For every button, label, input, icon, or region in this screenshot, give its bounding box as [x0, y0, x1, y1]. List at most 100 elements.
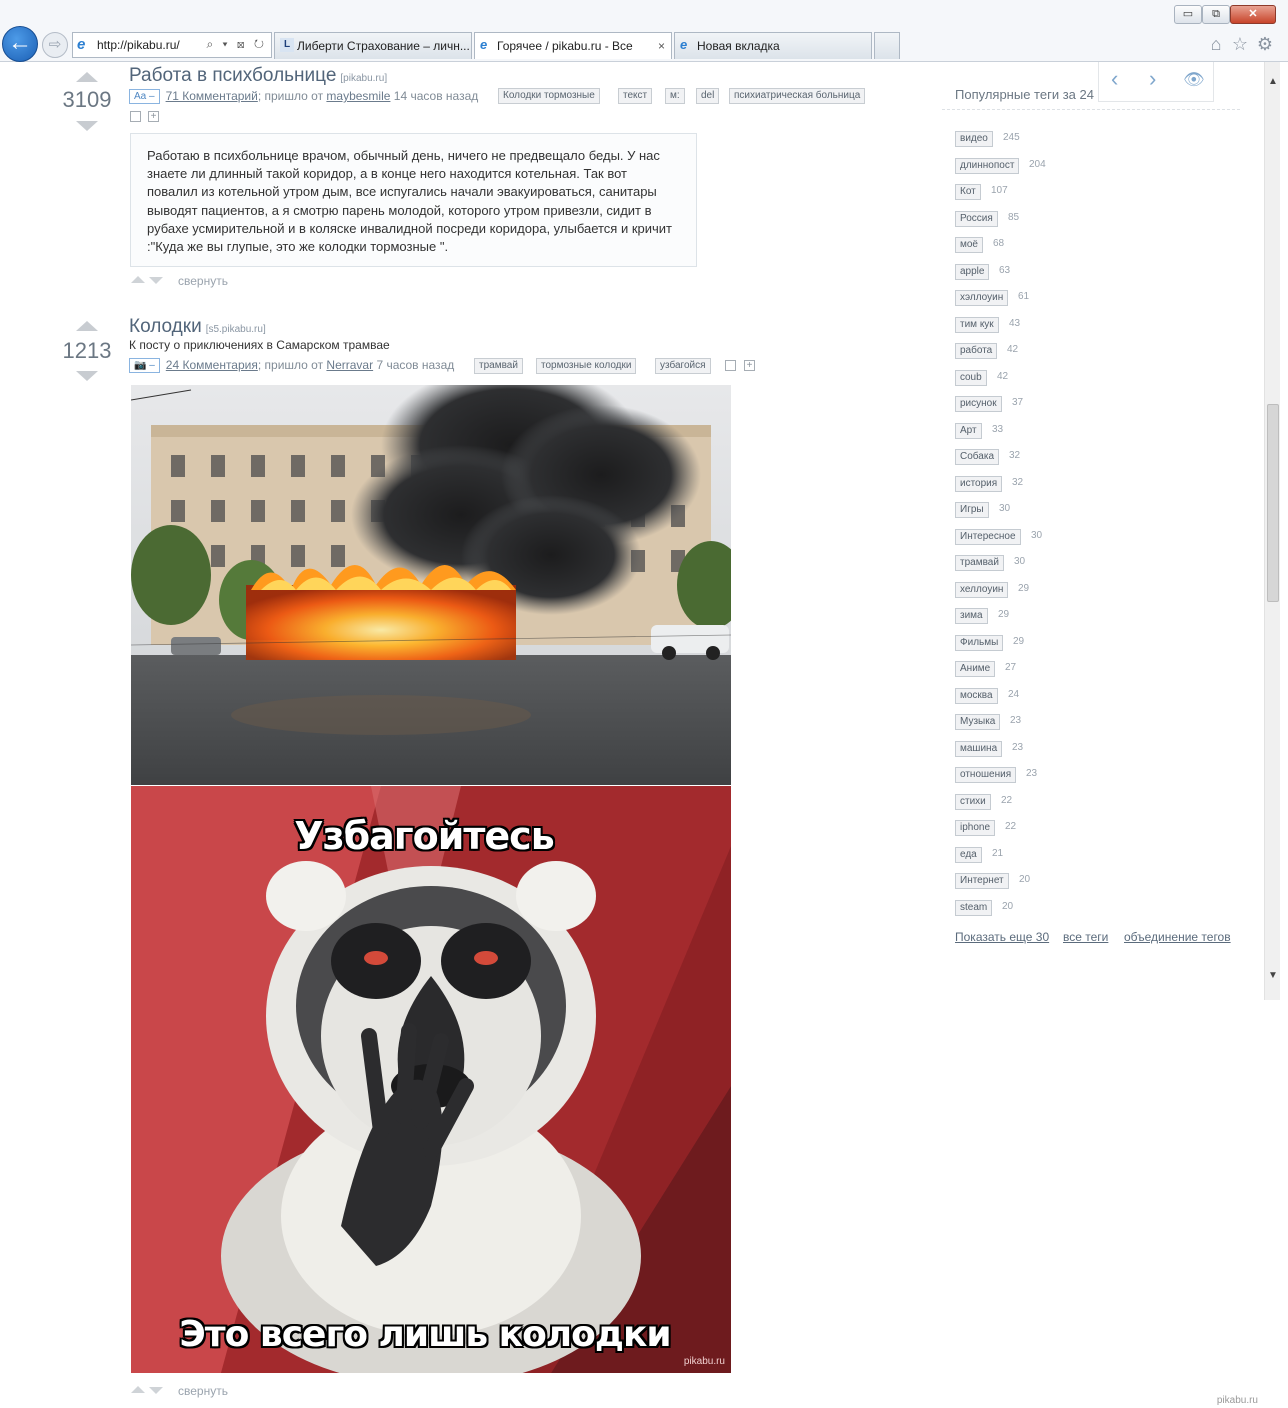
vote-up-button[interactable] [76, 72, 98, 82]
sidebar-tag[interactable]: история [955, 475, 1003, 492]
minimize-button[interactable]: ▭ [1174, 5, 1202, 24]
vote-down-button[interactable] [76, 371, 98, 381]
sidebar-tag[interactable]: Россия [955, 210, 998, 227]
tab-pikabu[interactable]: e Горячее / pikabu.ru - Все × [474, 32, 672, 59]
mini-vote-up-icon[interactable] [131, 1386, 145, 1393]
sidebar-tag[interactable]: apple [955, 263, 990, 280]
eye-hide-icon[interactable]: 👁 [1183, 70, 1205, 90]
author-link[interactable]: maybesmile [326, 89, 390, 103]
post-tag[interactable]: психиатрическая больница [729, 88, 866, 104]
merge-tags-link[interactable]: объединение тегов [1124, 930, 1231, 944]
sidebar-tag[interactable]: москва [955, 687, 998, 704]
favorites-star-icon[interactable]: ☆ [1230, 34, 1250, 54]
lemur-meme-image [131, 786, 731, 1373]
address-url[interactable]: http://pikabu.ru/ [97, 38, 180, 52]
sidebar-tag[interactable]: хэллоуин [955, 290, 1009, 306]
scroll-thumb[interactable] [1267, 404, 1279, 602]
browser-toolbar: ▭ ⧉ ✕ ← ⇨ e http://pikabu.ru/ ⌕ ▾ ⊠ ↻ L … [0, 0, 1288, 62]
arrow-right-icon[interactable]: › [1149, 66, 1156, 92]
vote-up-button[interactable] [76, 321, 98, 331]
sidebar-tag[interactable]: Музыка [955, 714, 1001, 730]
sidebar-tag[interactable]: тим кук [955, 316, 999, 333]
sidebar-tag[interactable]: работа [955, 343, 998, 359]
post-title-text[interactable]: Работа в психбольнице [129, 65, 336, 86]
scroll-down-icon[interactable]: ▼ [1265, 968, 1281, 984]
sidebar-tag[interactable]: видео [955, 131, 993, 147]
home-icon[interactable]: ⌂ [1206, 34, 1226, 54]
sidebar-tag[interactable]: рисунок [955, 396, 1002, 412]
sidebar-tag[interactable]: coub [955, 369, 987, 386]
post-title-text[interactable]: Колодки [129, 316, 202, 337]
post-tag[interactable]: узбагойся [655, 358, 711, 374]
mini-vote-down-icon[interactable] [149, 1387, 163, 1394]
mini-vote-up-icon[interactable] [131, 276, 145, 283]
post-tag[interactable]: Колодки тормозные [498, 88, 600, 104]
sidebar-tag[interactable]: Игры [955, 502, 989, 518]
back-button[interactable]: ← [2, 26, 38, 62]
vote-down-button[interactable] [76, 121, 98, 131]
sidebar-tag-count: 23 [1026, 768, 1038, 779]
collapse-link[interactable]: свернуть [178, 1384, 228, 1398]
author-link[interactable]: Nerravar [326, 358, 373, 372]
sidebar-tag[interactable]: Собака [955, 449, 999, 465]
address-tools[interactable]: ⌕ ▾ ⊠ ↻ [206, 37, 267, 52]
sidebar-tag[interactable]: хеллоуин [955, 581, 1009, 598]
page-content: 3109 Работа в психбольнице [pikabu.ru] Aa… [0, 62, 1264, 1408]
comments-link[interactable]: 71 Комментарий [166, 89, 258, 103]
sidebar-tag[interactable]: моё [955, 237, 983, 253]
arrow-left-icon[interactable]: ‹ [1111, 66, 1118, 92]
sidebar-tag[interactable]: отношения [955, 767, 1017, 783]
address-bar[interactable]: e http://pikabu.ru/ ⌕ ▾ ⊠ ↻ [72, 32, 272, 58]
sidebar-tag-count: 33 [992, 423, 1004, 435]
sidebar-tag[interactable]: длиннопост [955, 157, 1020, 174]
sidebar-tag[interactable]: Интернет [955, 873, 1009, 889]
sidebar-tag[interactable]: Кот [955, 184, 981, 200]
post-rating: 3109 [62, 87, 112, 112]
post-type-badge[interactable]: Aa – [129, 89, 160, 104]
post-title[interactable]: Колодки [s5.pikabu.ru] [129, 316, 266, 338]
post-tag[interactable]: м: [665, 88, 685, 104]
tab-new[interactable]: e Новая вкладка [674, 32, 872, 59]
sidebar-tag-count: 23 [1010, 715, 1022, 726]
sidebar-tag[interactable]: еда [955, 846, 982, 863]
sidebar-tag[interactable]: трамвай [955, 555, 1004, 571]
tab-close-icon[interactable]: × [658, 33, 665, 59]
tab-title: Либерти Страхование – личн... [297, 39, 470, 53]
post-title[interactable]: Работа в психбольнице [pikabu.ru] [129, 65, 387, 87]
post-tag[interactable]: трамвай [474, 358, 523, 374]
close-window-button[interactable]: ✕ [1230, 5, 1276, 24]
tab-add-button[interactable] [874, 32, 900, 59]
sidebar-tag[interactable]: iphone [955, 820, 996, 836]
show-more-link[interactable]: Показать еще 30 [955, 930, 1049, 944]
comments-link[interactable]: 24 Комментария [166, 358, 258, 372]
sidebar-tag-count: 30 [1031, 529, 1043, 541]
expand-plus-icon[interactable]: + [148, 111, 159, 122]
save-icon[interactable] [130, 111, 141, 122]
save-icon[interactable] [725, 360, 736, 371]
post-tag[interactable]: del [696, 88, 720, 104]
sidebar-tag[interactable]: Аниме [955, 661, 996, 677]
tools-gear-icon[interactable]: ⚙ [1255, 34, 1275, 54]
post-tag[interactable]: текст [618, 88, 653, 104]
sidebar-tag[interactable]: Фильмы [955, 634, 1004, 651]
all-tags-link[interactable]: все теги [1063, 930, 1108, 944]
sidebar-tag[interactable]: steam [955, 899, 993, 916]
post-type-badge[interactable]: 📷 – [129, 358, 160, 373]
sidebar-tag-count: 30 [1014, 556, 1026, 567]
tab-liberty[interactable]: L Либерти Страхование – личн... [274, 32, 472, 59]
restore-button[interactable]: ⧉ [1202, 5, 1230, 24]
sidebar-tag[interactable]: стихи [955, 793, 991, 810]
mini-vote-down-icon[interactable] [149, 277, 163, 284]
post-tag[interactable]: тормозные колодки [536, 358, 637, 374]
post-text: Работаю в психбольнице врачом, обычный д… [130, 133, 697, 267]
sidebar-tag[interactable]: машина [955, 740, 1003, 757]
sidebar-tag[interactable]: зима [955, 608, 988, 624]
collapse-link[interactable]: свернуть [178, 274, 228, 288]
expand-plus-icon[interactable]: + [744, 360, 755, 371]
meme-caption-top: Узбагойтесь [294, 814, 555, 858]
scroll-up-icon[interactable]: ▲ [1265, 74, 1281, 90]
forward-button[interactable]: ⇨ [42, 32, 68, 58]
sidebar-tag[interactable]: Арт [955, 422, 982, 439]
sidebar-tag[interactable]: Интересное [955, 528, 1021, 545]
scrollbar[interactable]: ▲ ▼ [1264, 62, 1280, 1000]
